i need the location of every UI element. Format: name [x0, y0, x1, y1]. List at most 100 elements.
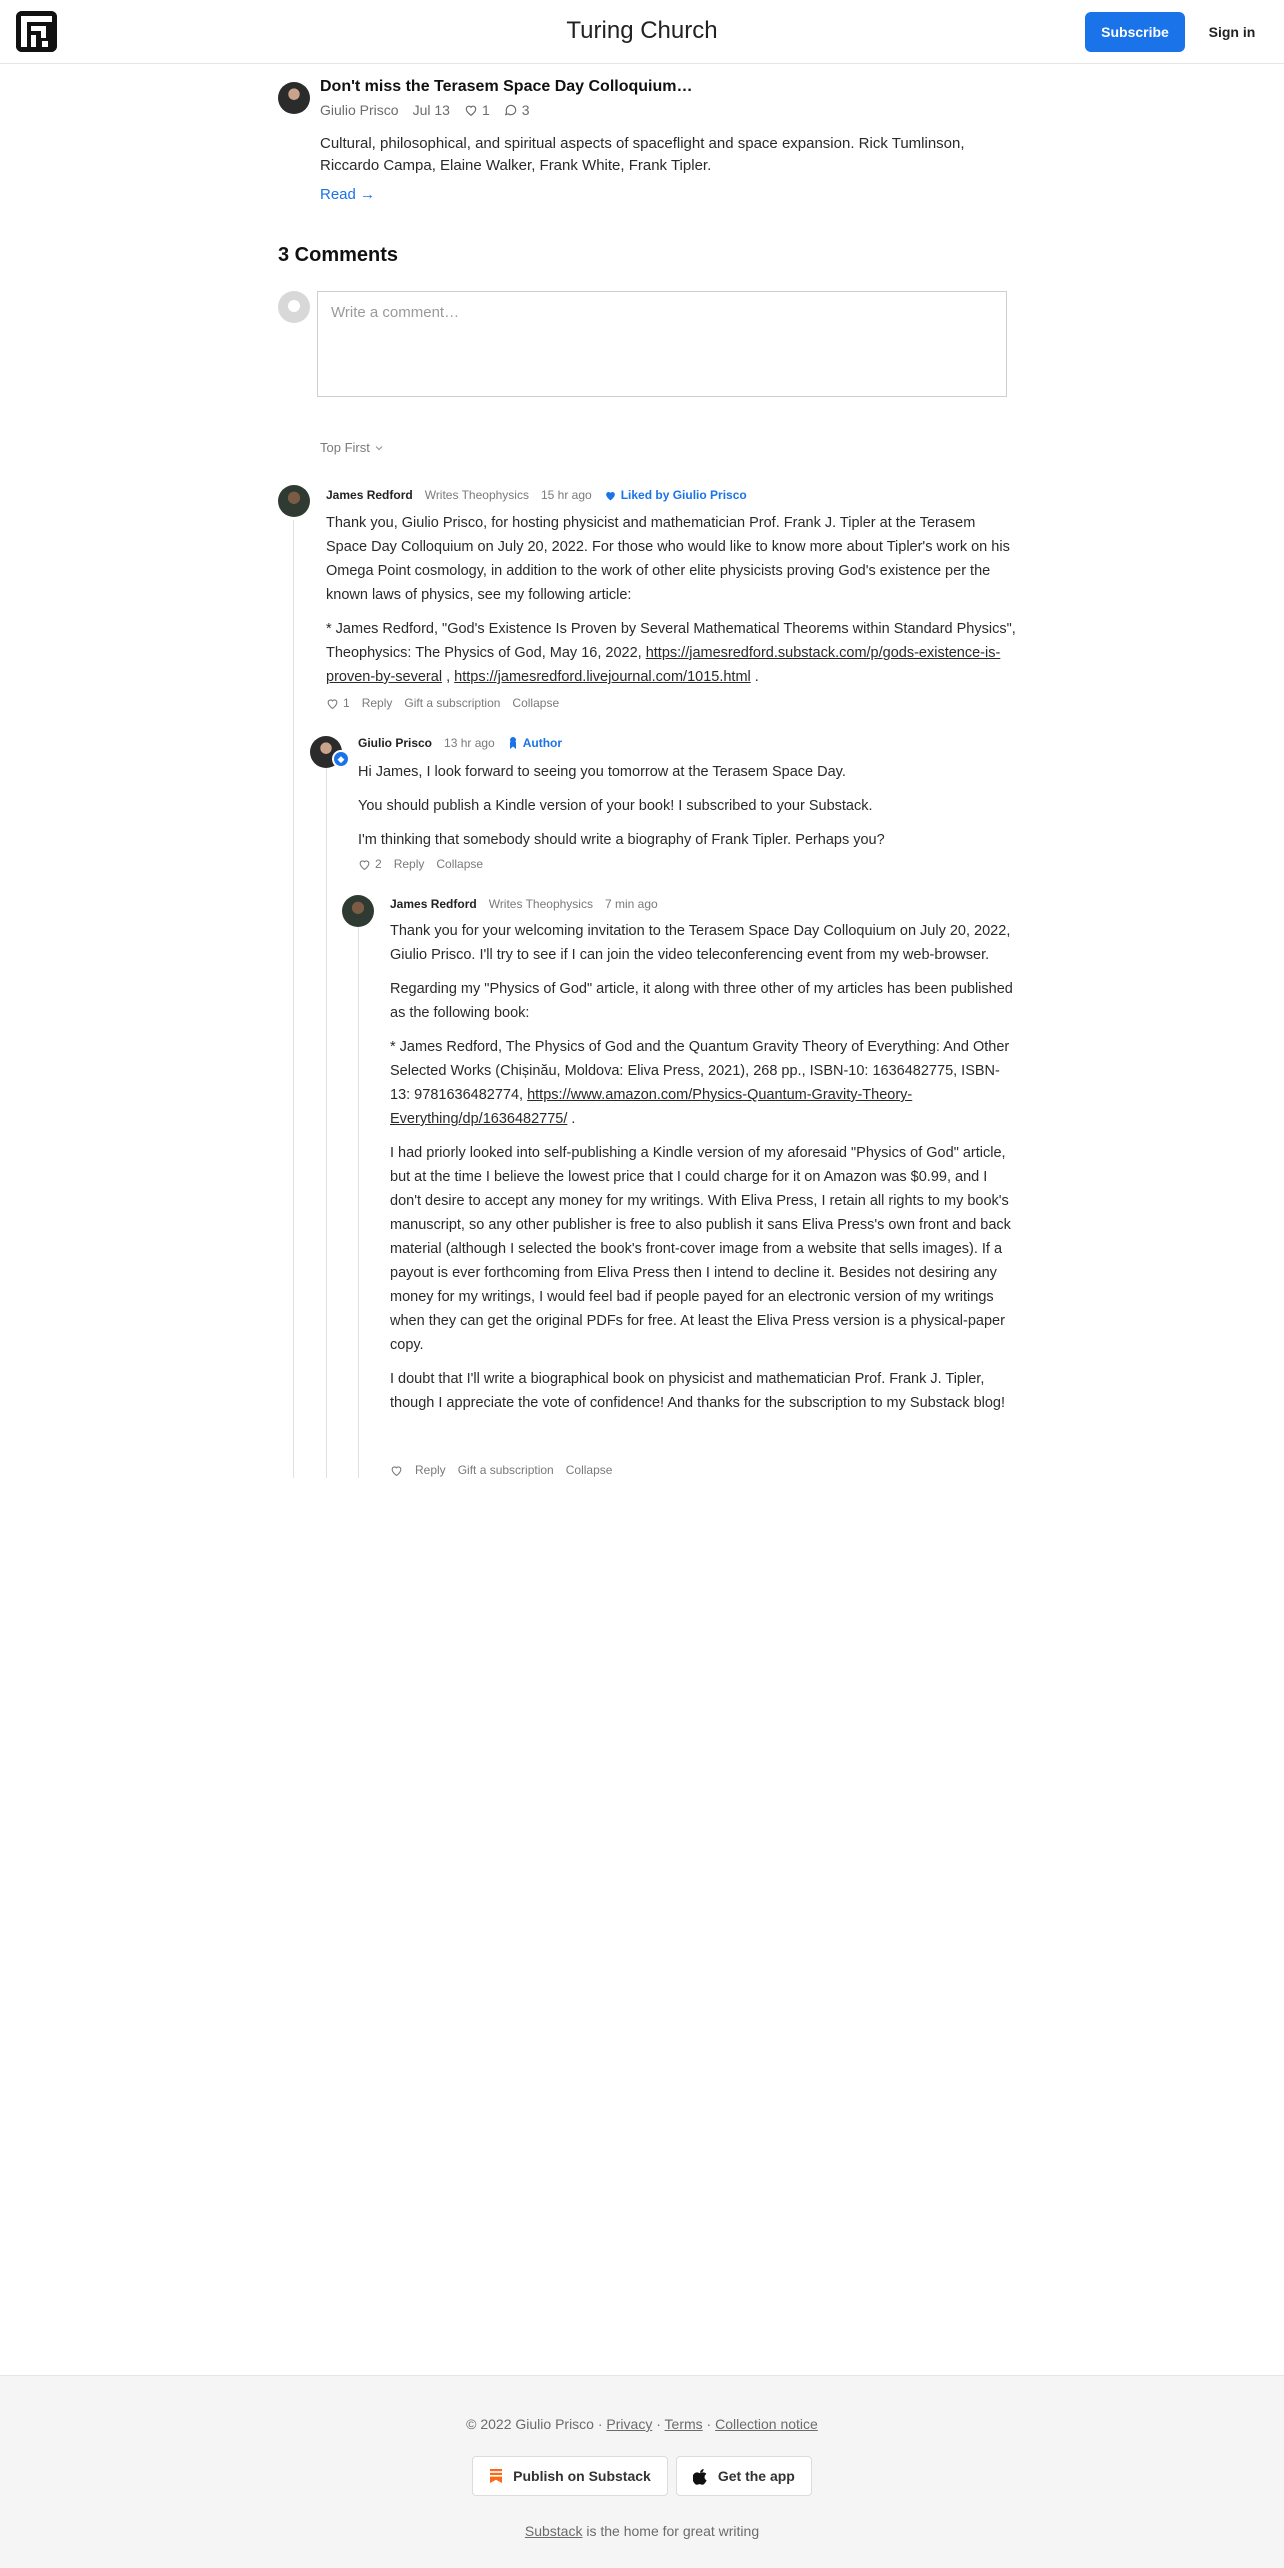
footer-buttons: Publish on Substack Get the app: [0, 2456, 1284, 2496]
footer-links: © 2022 Giulio Prisco · Privacy · Terms ·…: [0, 2416, 1284, 2432]
site-header: Turing Church Subscribe Sign in: [0, 0, 1284, 64]
author-badge: Author: [507, 736, 562, 750]
comment-paragraph: Thank you for your welcoming invitation …: [390, 923, 1011, 963]
citation-link[interactable]: https://jamesredford.livejournal.com/101…: [454, 669, 751, 685]
like-button[interactable]: 2: [358, 857, 382, 871]
post-author-avatar[interactable]: [278, 82, 310, 114]
substack-link[interactable]: Substack: [525, 2523, 583, 2539]
post-date: Jul 13: [412, 102, 450, 118]
separator: ·: [597, 2416, 603, 2432]
privacy-link[interactable]: Privacy: [606, 2416, 652, 2432]
comment-time[interactable]: 13 hr ago: [444, 736, 495, 750]
comment-avatar[interactable]: [342, 895, 374, 927]
post-comments-count: 3: [521, 102, 530, 118]
reply-button[interactable]: Reply: [362, 696, 393, 710]
post-likes[interactable]: 1: [464, 102, 490, 118]
comment-author[interactable]: Giulio Prisco: [358, 736, 432, 750]
like-button[interactable]: 1: [326, 696, 350, 710]
comment-actions: 1 Reply Gift a subscription Collapse: [326, 696, 559, 710]
post-author[interactable]: Giulio Prisco: [320, 102, 399, 118]
heart-filled-icon: [605, 491, 615, 500]
comment-time[interactable]: 15 hr ago: [541, 488, 592, 502]
like-count: 1: [343, 696, 350, 710]
author-badge-label: Author: [522, 736, 563, 750]
heart-icon: [359, 859, 370, 870]
comment-input[interactable]: [317, 291, 1007, 397]
sort-toggle[interactable]: Top First: [320, 440, 384, 455]
citation-end: .: [571, 1111, 576, 1127]
liked-by-badge: Liked by Giulio Prisco: [604, 488, 747, 502]
copyright: © 2022 Giulio Prisco: [466, 2416, 594, 2432]
terms-link[interactable]: Terms: [665, 2416, 703, 2432]
comment-author[interactable]: James Redford: [326, 488, 413, 502]
comment-header: James Redford Writes Theophysics 7 min a…: [390, 897, 658, 911]
reply-button[interactable]: Reply: [394, 857, 425, 871]
heart-icon: [465, 105, 477, 116]
post-likes-count: 1: [481, 102, 490, 118]
post-meta: Giulio Prisco Jul 13 1 3: [320, 102, 530, 118]
apple-icon: [692, 2468, 707, 2485]
like-button[interactable]: [390, 1464, 403, 1477]
separator: ·: [706, 2416, 712, 2432]
comment-paragraph: Thank you, Giulio Prisco, for hosting ph…: [326, 515, 1010, 603]
comment-body: Thank you for your welcoming invitation …: [390, 919, 1016, 1425]
liked-by-text: Liked by Giulio Prisco: [620, 488, 747, 502]
thread-line[interactable]: [293, 520, 294, 1478]
footer-tagline: Substack is the home for great writing: [0, 2523, 1284, 2539]
publish-label: Publish on Substack: [513, 2468, 651, 2484]
comment-header: Giulio Prisco 13 hr ago Author: [358, 736, 562, 750]
comment-icon: [504, 104, 516, 116]
link-separator: ,: [446, 669, 451, 685]
thread-line[interactable]: [326, 767, 327, 1478]
current-user-avatar: [278, 291, 310, 323]
heart-icon: [391, 1465, 402, 1476]
gift-subscription-button[interactable]: Gift a subscription: [458, 1463, 554, 1477]
comment-avatar[interactable]: [278, 485, 310, 517]
comment-paragraph: You should publish a Kindle version of y…: [358, 798, 873, 814]
read-link[interactable]: Read →: [320, 186, 375, 203]
citation-end: .: [754, 669, 759, 685]
thread-line[interactable]: [358, 925, 359, 1478]
comment-paragraph: I'm thinking that somebody should write …: [358, 832, 885, 848]
gift-subscription-button[interactable]: Gift a subscription: [404, 696, 500, 710]
comment-paragraph: I doubt that I'll write a biographical b…: [390, 1371, 1006, 1411]
site-footer: © 2022 Giulio Prisco · Privacy · Terms ·…: [0, 2375, 1284, 2568]
comment-body: Thank you, Giulio Prisco, for hosting ph…: [326, 511, 1016, 699]
app-label: Get the app: [717, 2468, 795, 2484]
subscribe-button[interactable]: Subscribe: [1085, 12, 1185, 52]
substack-icon: [490, 2469, 503, 2483]
comment-paragraph: * James Redford, "God's Existence Is Pro…: [326, 617, 1016, 689]
comment-paragraph: * James Redford, The Physics of God and …: [390, 1035, 1016, 1131]
comment-paragraph: Regarding my "Physics of God" article, i…: [390, 981, 1013, 1021]
post-description: Cultural, philosophical, and spiritual a…: [320, 135, 965, 174]
collapse-button[interactable]: Collapse: [566, 1463, 613, 1477]
publish-on-substack-button[interactable]: Publish on Substack: [472, 2456, 668, 2496]
post-comments[interactable]: 3: [504, 102, 530, 118]
chevron-down-icon: [375, 445, 383, 450]
comment-body: Hi James, I look forward to seeing you t…: [358, 760, 1008, 862]
collapse-button[interactable]: Collapse: [436, 857, 483, 871]
collapse-button[interactable]: Collapse: [512, 696, 559, 710]
sign-in-button[interactable]: Sign in: [1196, 12, 1268, 52]
comment-author[interactable]: James Redford: [390, 897, 477, 911]
subscriber-badge-icon: ◆: [332, 750, 350, 768]
comment-author-note[interactable]: Writes Theophysics: [489, 897, 593, 911]
like-count: 2: [375, 857, 382, 871]
comment-paragraph: I had priorly looked into self-publishin…: [390, 1145, 1011, 1353]
sort-label: Top First: [320, 440, 370, 455]
get-the-app-button[interactable]: Get the app: [675, 2456, 812, 2496]
ribbon-icon: [509, 737, 516, 749]
comment-paragraph: Hi James, I look forward to seeing you t…: [358, 764, 846, 780]
collection-notice-link[interactable]: Collection notice: [715, 2416, 818, 2432]
comment-time[interactable]: 7 min ago: [605, 897, 658, 911]
comment-header: James Redford Writes Theophysics 15 hr a…: [326, 488, 747, 502]
separator: ·: [656, 2416, 661, 2432]
tagline-text: is the home for great writing: [586, 2523, 760, 2539]
comment-actions: 2 Reply Collapse: [358, 857, 483, 871]
comments-heading: 3 Comments: [278, 244, 399, 266]
reply-button[interactable]: Reply: [415, 1463, 446, 1477]
comment-actions: Reply Gift a subscription Collapse: [390, 1463, 612, 1477]
post-title[interactable]: Don't miss the Terasem Space Day Colloqu…: [320, 78, 692, 96]
heart-icon: [327, 698, 338, 709]
comment-author-note[interactable]: Writes Theophysics: [425, 488, 529, 502]
